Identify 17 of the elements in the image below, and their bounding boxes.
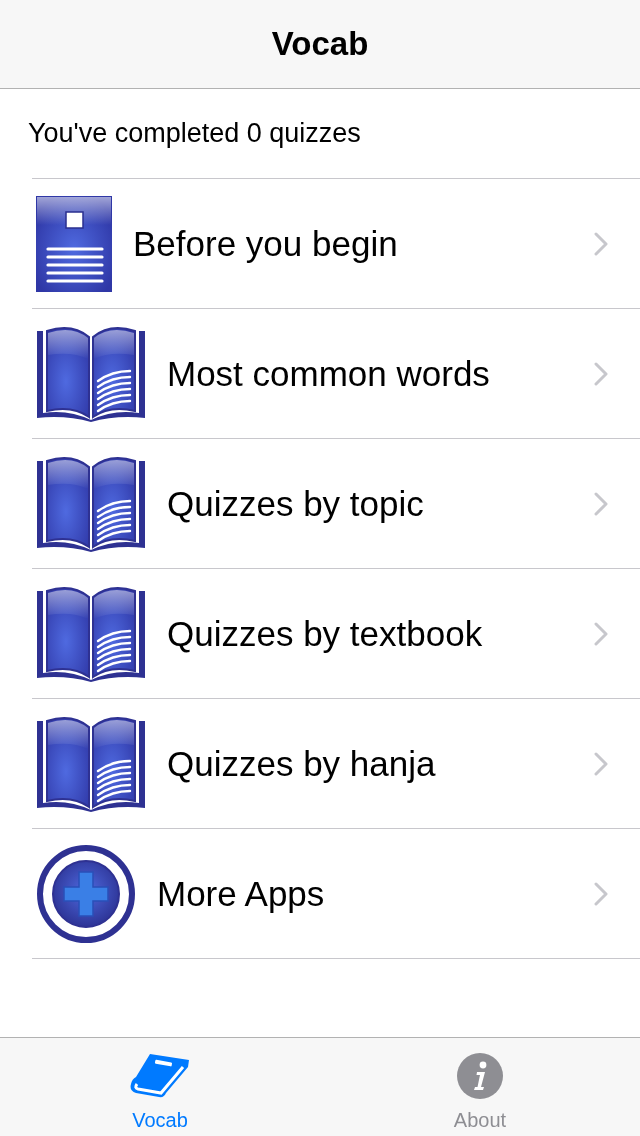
open-book-icon [36, 715, 146, 812]
chevron-right-icon [594, 361, 608, 386]
progress-text: You've completed 0 quizzes [28, 118, 361, 149]
document-icon [36, 195, 112, 292]
tab[interactable]: Vocab [0, 1038, 320, 1136]
chevron-right-icon [594, 231, 608, 256]
book-icon [130, 1053, 190, 1099]
chevron-right-icon [594, 881, 608, 906]
plus-circle-icon [37, 844, 135, 943]
chevron-right-icon [594, 491, 608, 516]
chevron-right-icon [594, 621, 608, 646]
open-book-icon [36, 325, 146, 422]
open-book-icon [36, 455, 146, 552]
screen-title: Vocab [271, 25, 369, 63]
chevron-right-icon [594, 751, 608, 776]
info-icon [457, 1053, 503, 1099]
open-book-icon [36, 585, 146, 682]
